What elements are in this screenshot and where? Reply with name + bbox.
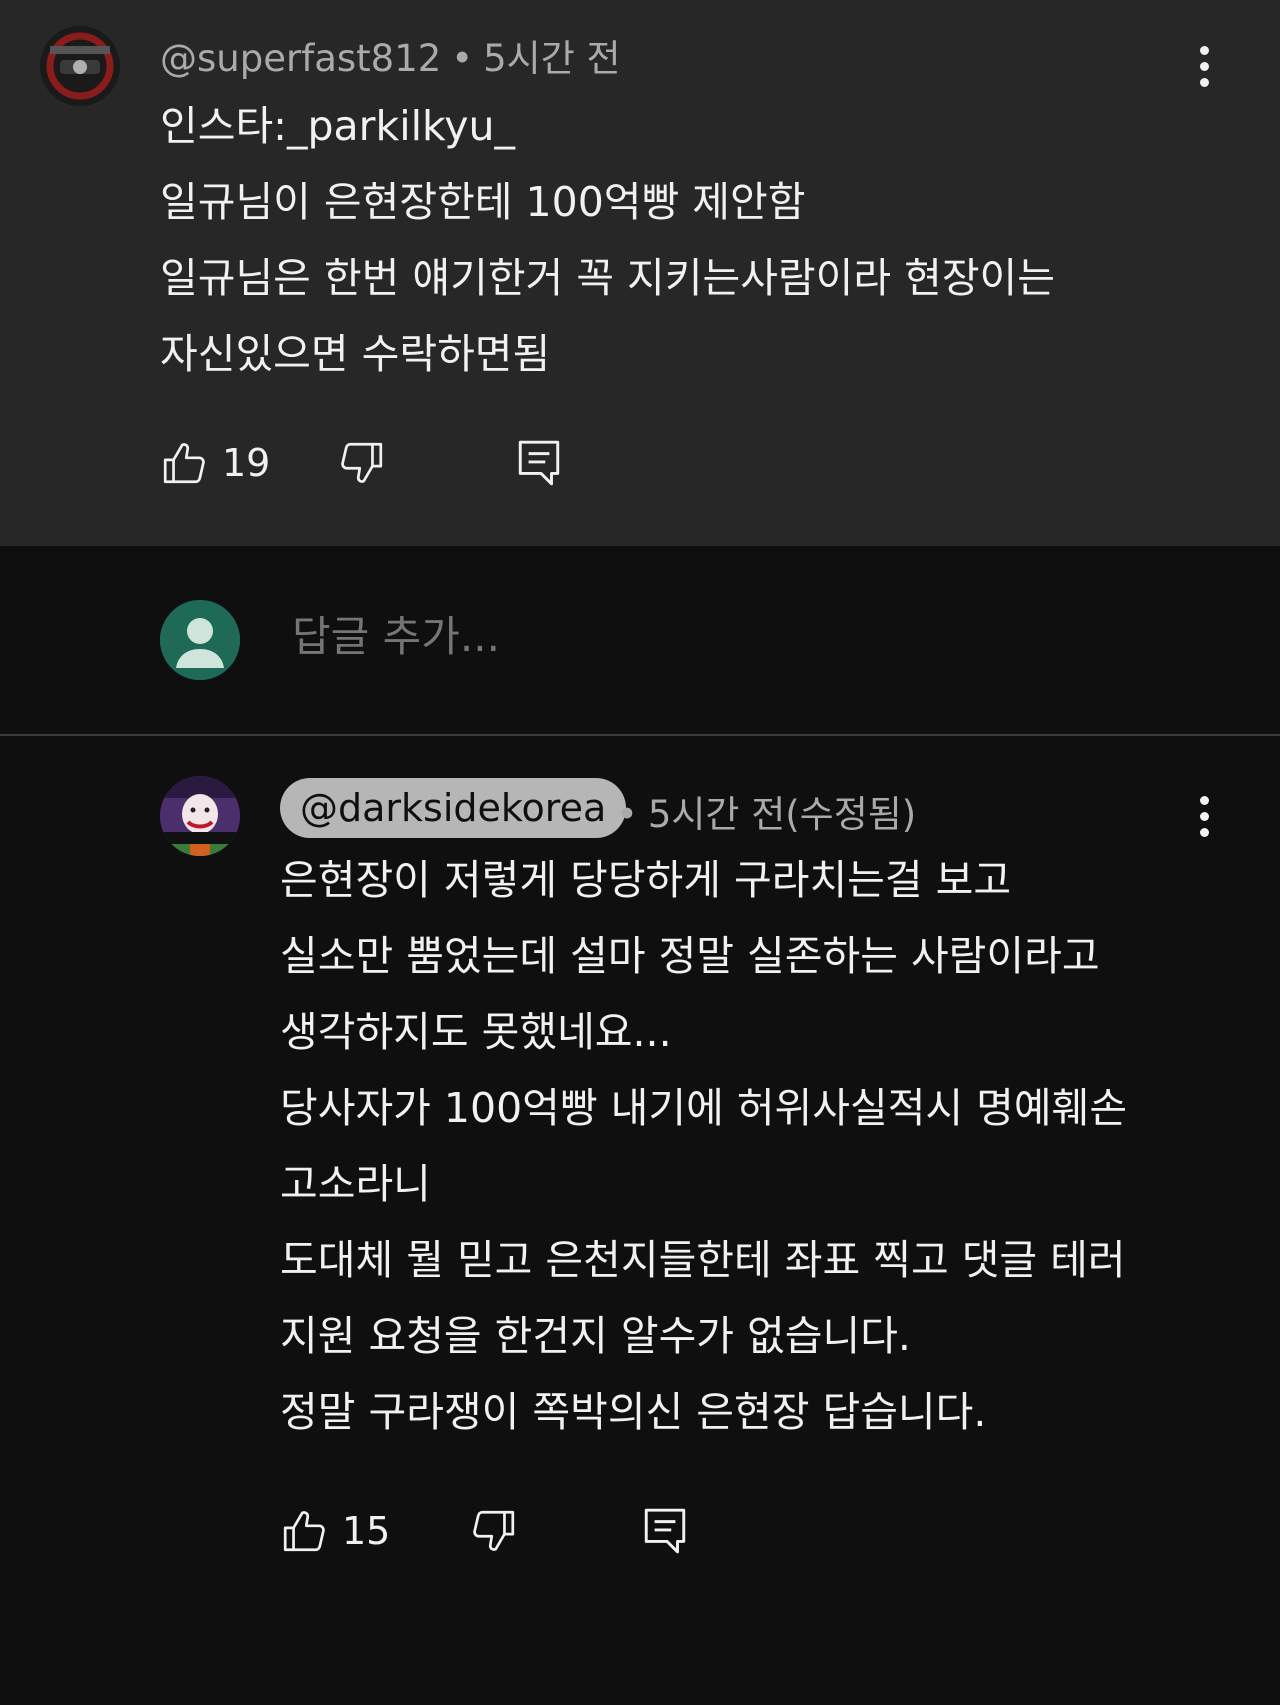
comment-line: 일규님이 은현장한테 100억빵 제안함: [160, 178, 806, 226]
comment-line: 실소만 뿜었는데 설마 정말 실존하는 사람이라고: [280, 932, 1100, 980]
dislike-button[interactable]: [336, 438, 386, 488]
like-count: 15: [342, 1509, 391, 1553]
more-vert-icon[interactable]: [1198, 796, 1210, 844]
comment-line: 정말 구라쟁이 쪽박의신 은현장 답습니다.: [280, 1388, 987, 1436]
comment-highlighted: @superfast812 • 5시간 전 인스타:_parkilkyu_ 일규님이…: [0, 0, 1280, 546]
comment-actions: 19: [160, 438, 660, 494]
comment-line: 인스타:_parkilkyu_: [160, 102, 516, 150]
avatar[interactable]: [160, 776, 240, 856]
comment-actions: 15: [280, 1506, 780, 1562]
like-button[interactable]: 19: [160, 438, 270, 488]
avatar[interactable]: [40, 26, 120, 106]
comment-text: 은현장이 저렇게 당당하게 구라치는걸 보고 실소만 뿜었는데 설마 정말 실존…: [280, 842, 1127, 1450]
reply-button[interactable]: [516, 438, 562, 488]
separator-dot: •: [616, 793, 638, 836]
thumbs-up-icon: [283, 1511, 325, 1552]
comment-icon: [644, 1508, 686, 1554]
thumbs-up-icon: [163, 443, 205, 484]
comment-icon: [518, 440, 560, 486]
comment-line: 은현장이 저렇게 당당하게 구라치는걸 보고: [280, 856, 1012, 904]
timestamp[interactable]: 5시간 전: [483, 37, 620, 80]
comment-line: 당사자가 100억빵 내기에 허위사실적시 명예훼손: [280, 1084, 1128, 1132]
thumbs-down-icon: [473, 1510, 515, 1551]
user-avatar-icon: [160, 600, 240, 680]
comment-line: 생각하지도 못했네요...: [280, 1008, 672, 1056]
comment-text: 인스타:_parkilkyu_ 일규님이 은현장한테 100억빵 제안함 일규님…: [160, 88, 1055, 392]
reply-input[interactable]: [292, 612, 992, 661]
comment-line: 자신있으면 수락하면됨: [160, 330, 551, 378]
dislike-button[interactable]: [468, 1506, 518, 1556]
author-handle[interactable]: @superfast812: [160, 37, 441, 80]
timestamp[interactable]: 5시간 전(수정됨): [648, 793, 916, 836]
comment-line: 지원 요청을 한건지 알수가 없습니다.: [280, 1312, 911, 1360]
thumbs-down-icon: [341, 442, 383, 483]
comment-meta: @superfast812 • 5시간 전: [160, 28, 621, 82]
like-count: 19: [222, 441, 271, 485]
author-handle-chip[interactable]: @darksidekorea: [280, 778, 627, 838]
comment-line: 고소라니: [280, 1160, 431, 1208]
add-reply-row: [0, 546, 1280, 734]
comment-line: 일규님은 한번 얘기한거 꼭 지키는사람이라 현장이는: [160, 254, 1056, 302]
like-button[interactable]: 15: [280, 1506, 390, 1556]
divider: [0, 734, 1280, 736]
comment-line: 도대체 뭘 믿고 은천지들한테 좌표 찍고 댓글 테러: [280, 1236, 1126, 1284]
comment-meta: • 5시간 전(수정됨): [616, 784, 916, 838]
more-vert-icon[interactable]: [1198, 46, 1210, 94]
reply-button[interactable]: [642, 1506, 688, 1556]
separator-dot: •: [451, 37, 474, 80]
